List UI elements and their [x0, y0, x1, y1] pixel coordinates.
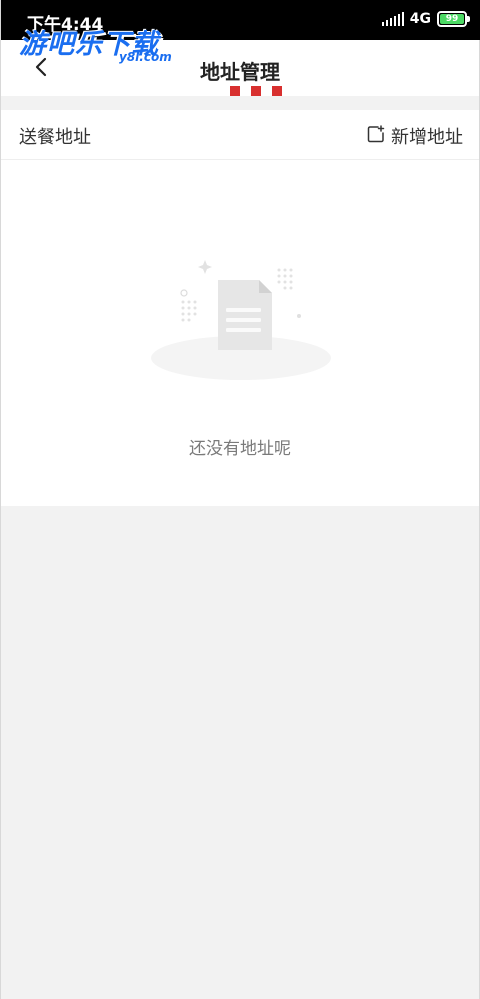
empty-state: 还没有地址呢: [1, 160, 479, 506]
network-type: 4G: [409, 11, 431, 27]
watermark-logo: 游吧乐下载 y8l.com: [19, 22, 172, 64]
delivery-address-label: 送餐地址: [19, 127, 91, 148]
battery-level: 99: [445, 14, 459, 24]
dot: [230, 86, 240, 96]
status-indicators: 4G 99: [381, 11, 470, 27]
signal-icon: [381, 12, 404, 26]
empty-message: 还没有地址呢: [189, 439, 291, 459]
address-header: 送餐地址 新增地址: [1, 110, 479, 160]
watermark-subtitle: y8l.com: [119, 50, 172, 64]
dot: [272, 86, 282, 96]
add-address-label: 新增地址: [391, 127, 463, 148]
battery-icon: 99: [437, 11, 470, 27]
loading-dots: [230, 86, 282, 96]
add-note-icon: [367, 125, 385, 147]
dot: [251, 86, 261, 96]
empty-document-icon: [141, 250, 341, 380]
screen: 下午4:44 4G 99 游吧乐下载 y8l.com 地址管理 送餐地址 新增地…: [0, 0, 480, 999]
add-address-button[interactable]: 新增地址: [367, 123, 463, 149]
